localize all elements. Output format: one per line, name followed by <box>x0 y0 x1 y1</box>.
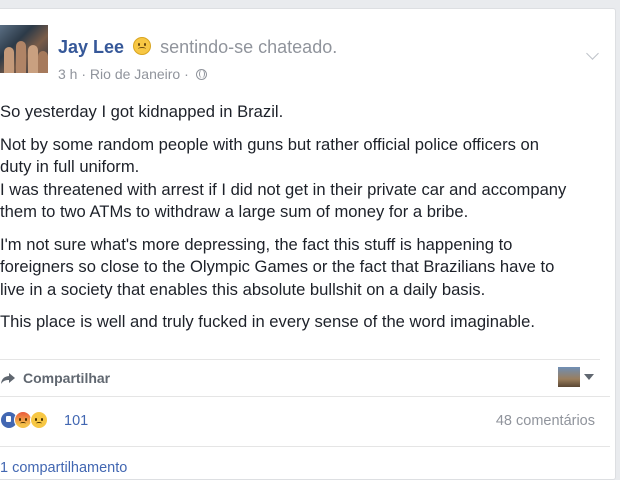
post-header: Jay Lee sentindo-se chateado. 3 h · Rio … <box>0 25 615 82</box>
post-line: I was threatened with arrest if I did no… <box>0 179 567 199</box>
post-line: live in a society that enables this abso… <box>0 279 486 299</box>
meta-separator: · <box>81 66 87 82</box>
post-card: Jay Lee sentindo-se chateado. 3 h · Rio … <box>0 8 616 480</box>
meta-separator: · <box>184 66 189 82</box>
post-location[interactable]: Rio de Janeiro <box>90 66 180 82</box>
chevron-down-icon[interactable] <box>586 47 599 60</box>
sad-icon <box>30 411 48 429</box>
share-button[interactable]: Compartilhar <box>0 369 610 389</box>
post-line: This place is well and truly fucked in e… <box>0 312 535 331</box>
caret-down-icon[interactable] <box>584 374 594 380</box>
post-line: duty in full uniform. <box>0 157 140 176</box>
reaction-count[interactable]: 101 <box>64 411 88 431</box>
post-line: Not by some random people with guns but … <box>0 134 539 154</box>
comments-count[interactable]: 48 comentários <box>496 411 595 431</box>
divider <box>0 446 610 447</box>
author-avatar[interactable] <box>0 25 48 73</box>
post-body: So yesterday I got kidnapped in Brazil. … <box>0 101 606 334</box>
shares-count[interactable]: 1 compartilhamento <box>0 459 127 477</box>
divider <box>0 396 610 397</box>
feeling-text: sentindo-se chateado. <box>160 37 338 57</box>
viewer-avatar[interactable] <box>558 367 580 387</box>
author-name[interactable]: Jay Lee <box>58 37 124 57</box>
post-line: I'm not sure what's more depressing, the… <box>0 234 513 254</box>
share-arrow-icon <box>1 373 15 384</box>
post-timestamp[interactable]: 3 h <box>58 66 77 82</box>
sad-face-icon <box>133 37 152 55</box>
globe-icon[interactable] <box>195 69 207 80</box>
post-line: them to two ATMs to withdraw a large sum… <box>0 202 469 221</box>
share-label: Compartilhar <box>23 370 111 386</box>
post-line: foreigners so close to the Olympic Games… <box>0 257 555 276</box>
author-line: Jay Lee sentindo-se chateado. <box>58 37 337 58</box>
divider <box>0 359 600 360</box>
post-line: So yesterday I got kidnapped in Brazil. <box>0 102 284 121</box>
post-meta: 3 h · Rio de Janeiro · <box>58 66 207 82</box>
